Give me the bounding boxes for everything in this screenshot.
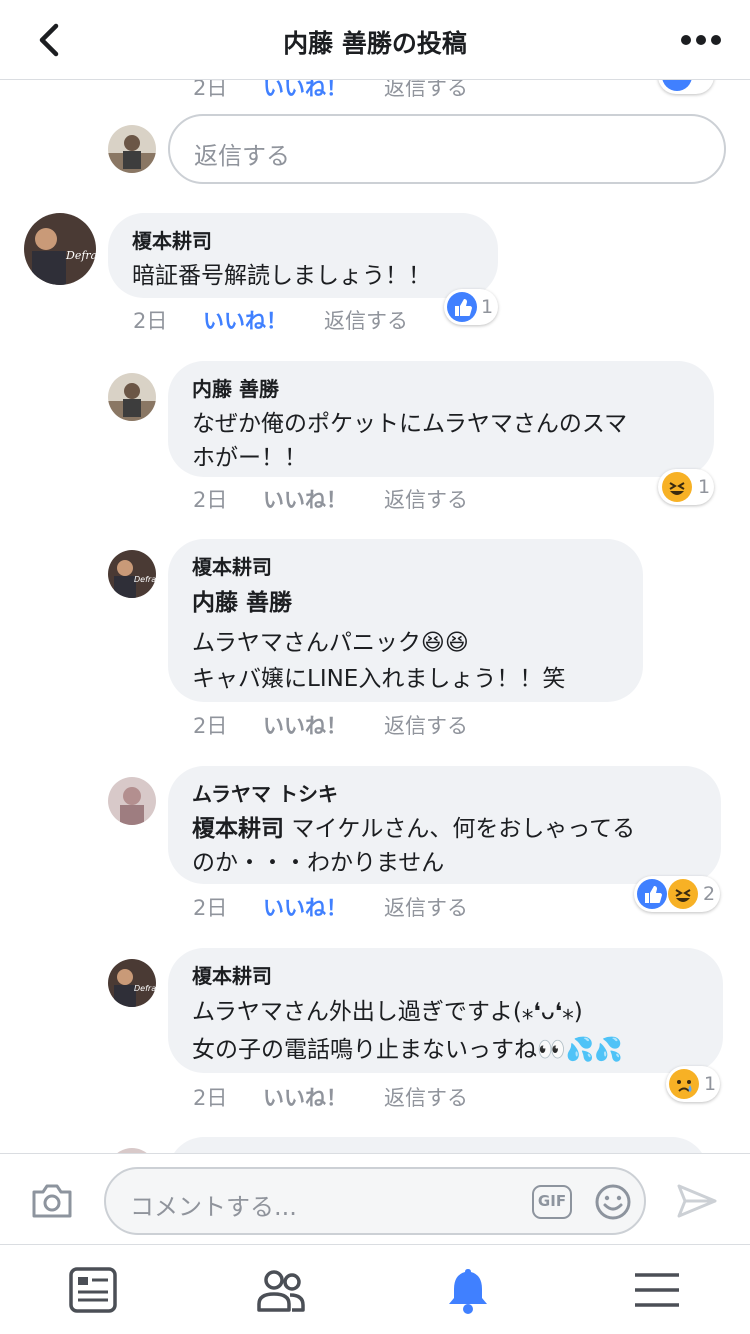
sticker-icon[interactable] <box>594 1183 632 1221</box>
like-link[interactable]: いいね！ <box>263 80 347 102</box>
reaction-count: 2 <box>703 883 716 905</box>
comment-author[interactable]: 榎本耕司 <box>192 960 272 989</box>
gif-button[interactable]: GIF <box>532 1185 572 1219</box>
comment-author[interactable]: 内藤 善勝 <box>192 373 279 402</box>
avatar: Defrag <box>108 550 156 598</box>
avatar: Defrag <box>108 959 156 1007</box>
svg-text:Defrag: Defrag <box>134 575 156 584</box>
reaction-badge <box>658 80 714 94</box>
like-reaction-icon <box>662 80 692 91</box>
comment-text: 女の子の電話鳴り止まないっすね👀💦💦 <box>192 1037 623 1063</box>
news-feed-icon[interactable] <box>68 1266 118 1314</box>
reply-placeholder: 返信する <box>194 142 290 170</box>
like-link[interactable]: いいね！ <box>263 1082 347 1112</box>
like-link[interactable]: いいね！ <box>263 484 347 514</box>
like-link[interactable]: いいね！ <box>263 892 347 922</box>
comment-date: 2日 <box>193 714 228 738</box>
haha-reaction-icon <box>662 472 692 502</box>
comment-text: キャバ嬢にLINE入れましょう！！笑 <box>192 666 566 692</box>
comment-bubble: 榎本耕司 ムラヤマさん外出し過ぎですよ(⁎❛ᴗ❛⁎) 女の子の電話鳴り止まないっ… <box>168 948 723 1073</box>
avatar <box>108 125 156 173</box>
comment-date: 2日 <box>193 80 228 100</box>
menu-icon[interactable] <box>632 1266 682 1314</box>
comment-bubble: 内藤 善勝 なぜか俺のポケットにムラヤマさんのスマ ホがー！！ <box>168 361 714 477</box>
bottom-tab-bar <box>0 1246 750 1334</box>
reply-link[interactable]: 返信する <box>384 484 468 514</box>
comment-text-part: マイケルさん、何をおしゃってる <box>291 816 636 842</box>
comment-text: ムラヤマさん外出し過ぎですよ(⁎❛ᴗ❛⁎) <box>192 999 583 1025</box>
comment-meta: 2日 いいね！ 返信する <box>193 710 513 740</box>
comment-meta: 2日 いいね！ 返信する <box>133 305 453 335</box>
reply-input[interactable]: 返信する <box>168 114 726 184</box>
reaction-count: 1 <box>704 1073 717 1095</box>
reply-link[interactable]: 返信する <box>384 1082 468 1112</box>
top-bar: 内藤 善勝の投稿 <box>0 0 750 80</box>
reply-link[interactable]: 返信する <box>384 892 468 922</box>
reply-link[interactable]: 返信する <box>324 305 408 335</box>
svg-text:Defrag: Defrag <box>65 249 96 262</box>
like-link[interactable]: いいね！ <box>263 710 347 740</box>
comment-date: 2日 <box>193 1086 228 1110</box>
comment-text: ムラヤマさんパニック😆😆 <box>192 630 469 656</box>
comment-text: ホがー！！ <box>192 445 307 471</box>
comment-composer: コメントする... GIF <box>0 1153 750 1245</box>
camera-icon[interactable] <box>30 1182 74 1220</box>
comment-date: 2日 <box>193 896 228 920</box>
comment-bubble <box>168 1137 708 1153</box>
comment-meta: 2日 いいね！ 返信する <box>193 892 513 922</box>
comment-meta: 2日 いいね！ 返信する <box>193 1082 513 1112</box>
avatar: Defrag <box>24 213 96 285</box>
reaction-badge[interactable]: 2 <box>634 876 720 912</box>
reaction-badge[interactable]: 1 <box>658 469 714 505</box>
svg-text:Defrag: Defrag <box>134 984 156 993</box>
comment-author[interactable]: ムラヤマ トシキ <box>192 778 338 807</box>
comment-date: 2日 <box>133 309 168 333</box>
comment-date: 2日 <box>193 488 228 512</box>
comment-bubble: 榎本耕司 内藤 善勝 ムラヤマさんパニック😆😆 キャバ嬢にLINE入れましょう！… <box>168 539 643 702</box>
comment-thread: 2日 いいね！ 返信する 返信する Defrag 榎本耕司 暗証番号解読しましょ… <box>0 80 750 1153</box>
reply-link[interactable]: 返信する <box>384 710 468 740</box>
comment-author[interactable]: 榎本耕司 <box>192 551 272 580</box>
friends-icon[interactable] <box>256 1266 306 1314</box>
comment-text: なぜか俺のポケットにムラヤマさんのスマ <box>192 411 628 437</box>
comment-text: のか・・・わかりません <box>192 850 445 876</box>
comment-mention[interactable]: 内藤 善勝 <box>192 583 292 617</box>
like-link[interactable]: いいね！ <box>203 305 287 335</box>
page-title: 内藤 善勝の投稿 <box>283 29 467 58</box>
sad-reaction-icon <box>669 1069 699 1099</box>
more-options-icon[interactable] <box>680 30 722 50</box>
like-reaction-icon <box>637 879 667 909</box>
comment-text: 榎本耕司 マイケルさん、何をおしゃってる <box>192 809 635 843</box>
reaction-badge[interactable]: 1 <box>666 1066 720 1102</box>
comment-input[interactable]: コメントする... GIF <box>104 1167 646 1235</box>
comment-author[interactable]: 榎本耕司 <box>132 225 212 254</box>
notifications-bell-icon[interactable] <box>443 1266 493 1314</box>
avatar <box>108 777 156 825</box>
reaction-count: 1 <box>481 296 494 318</box>
comment-bubble: 榎本耕司 暗証番号解読しましょう！！ <box>108 213 498 298</box>
comment-mention[interactable]: 榎本耕司 <box>192 816 284 842</box>
reply-link[interactable]: 返信する <box>384 80 468 102</box>
comment-meta: 2日 いいね！ 返信する <box>193 80 493 102</box>
comment-bubble: ムラヤマ トシキ 榎本耕司 マイケルさん、何をおしゃってる のか・・・わかりませ… <box>168 766 721 884</box>
avatar <box>108 373 156 421</box>
comment-text: 暗証番号解読しましょう！！ <box>132 263 431 289</box>
comment-placeholder: コメントする... <box>130 1193 297 1221</box>
comment-meta: 2日 いいね！ 返信する <box>193 484 513 514</box>
haha-reaction-icon <box>668 879 698 909</box>
reaction-count: 1 <box>698 476 711 498</box>
send-icon[interactable] <box>676 1182 718 1220</box>
